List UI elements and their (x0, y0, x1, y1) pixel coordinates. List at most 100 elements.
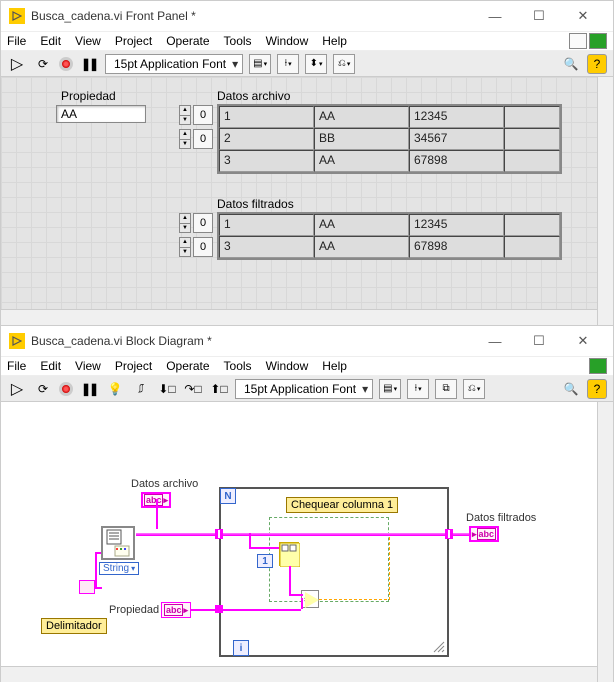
cell[interactable]: AA (314, 106, 409, 128)
cell[interactable]: 3 (219, 150, 314, 172)
vertical-scrollbar[interactable] (597, 77, 613, 325)
menu-project-bd[interactable]: Project (115, 359, 152, 373)
maximize-button-bd[interactable]: ☐ (517, 326, 561, 356)
cell[interactable]: 12345 (409, 106, 504, 128)
tunnel-out[interactable] (445, 529, 453, 539)
propiedad-input[interactable] (56, 105, 146, 123)
cell[interactable]: 1 (219, 106, 314, 128)
run-continuous-button-bd[interactable]: ⟳ (33, 379, 53, 399)
pause-button-bd[interactable]: ❚❚ (79, 379, 99, 399)
menu-tools[interactable]: Tools (224, 34, 252, 48)
minimize-button[interactable]: — (473, 1, 517, 31)
equal-node[interactable]: = (301, 590, 319, 608)
maximize-button[interactable]: ☐ (517, 1, 561, 31)
close-button[interactable]: ✕ (561, 1, 605, 31)
cell[interactable]: AA (314, 150, 409, 172)
cell[interactable] (504, 106, 560, 128)
cell[interactable]: 12345 (409, 214, 504, 236)
datos-archivo-table[interactable]: 1AA12345 2BB34567 3AA67898 (217, 104, 562, 174)
resize-button[interactable]: ⬍▾ (305, 54, 327, 74)
vertical-scrollbar-bd[interactable] (597, 402, 613, 682)
horizontal-scrollbar[interactable] (1, 309, 597, 325)
cell[interactable] (504, 214, 560, 236)
menu-tools-bd[interactable]: Tools (224, 359, 252, 373)
cell[interactable]: 3 (219, 236, 314, 258)
abort-button-bd[interactable] (59, 382, 73, 396)
menu-project[interactable]: Project (115, 34, 152, 48)
menu-operate-bd[interactable]: Operate (166, 359, 209, 373)
font-select[interactable]: 15pt Application Font ▾ (105, 54, 243, 74)
cell[interactable]: AA (314, 214, 409, 236)
help-button-bd[interactable]: ? (587, 379, 607, 399)
menu-file-bd[interactable]: File (7, 359, 26, 373)
menu-window[interactable]: Window (266, 34, 309, 48)
run-button[interactable]: ▷ (7, 54, 27, 74)
menu-file[interactable]: File (7, 34, 26, 48)
connector-icon[interactable] (569, 33, 587, 49)
retain-wire-button[interactable]: ⎎ (131, 379, 151, 399)
block-diagram-canvas: N i Chequear columna 1 Datos archivo abc… (1, 402, 613, 682)
cell[interactable] (504, 236, 560, 258)
reorder-button[interactable]: ⎌▾ (333, 54, 355, 74)
col-index-2[interactable]: ▲▼0 (179, 237, 213, 257)
spreadsheet-string-selector[interactable]: String (99, 562, 139, 575)
align-button-bd[interactable]: ▤▾ (379, 379, 401, 399)
cell[interactable]: 1 (219, 214, 314, 236)
menu-view-bd[interactable]: View (75, 359, 101, 373)
search-button-bd[interactable]: 🔍 (561, 379, 581, 399)
align-button[interactable]: ▤▾ (249, 54, 271, 74)
datos-filtrados-terminal[interactable]: ▸abc (469, 526, 499, 542)
cell[interactable]: 34567 (409, 128, 504, 150)
constant-1[interactable]: 1 (257, 554, 273, 568)
close-button-bd[interactable]: ✕ (561, 326, 605, 356)
highlight-bulb-button[interactable]: 💡 (105, 379, 125, 399)
step-over-button[interactable]: ↷□ (183, 379, 203, 399)
resize-handle-icon[interactable] (433, 641, 445, 653)
reorder-button-bd[interactable]: ⎌▾ (463, 379, 485, 399)
for-loop-N-terminal[interactable]: N (220, 488, 236, 504)
cell[interactable]: 67898 (409, 150, 504, 172)
menu-window-bd[interactable]: Window (266, 359, 309, 373)
pause-button[interactable]: ❚❚ (79, 54, 99, 74)
font-select-bd[interactable]: 15pt Application Font ▾ (235, 379, 373, 399)
cell[interactable]: 2 (219, 128, 314, 150)
cell[interactable]: AA (314, 236, 409, 258)
font-label-bd: 15pt Application Font (244, 382, 356, 396)
propiedad-terminal[interactable]: abc▸ (161, 602, 191, 618)
col-index-1[interactable]: ▲▼0 (179, 129, 213, 149)
index-array-node[interactable] (279, 542, 299, 566)
minimize-button-bd[interactable]: — (473, 326, 517, 356)
row-index-1[interactable]: ▲▼0 (179, 105, 213, 125)
for-loop-i-terminal[interactable]: i (233, 640, 249, 656)
horizontal-scrollbar-bd[interactable] (1, 666, 597, 682)
distribute-button-bd[interactable]: ⍿▾ (407, 379, 429, 399)
cell[interactable]: BB (314, 128, 409, 150)
vi-icon[interactable] (589, 33, 607, 49)
vi-icon-bd[interactable] (589, 358, 607, 374)
menu-view[interactable]: View (75, 34, 101, 48)
menu-edit[interactable]: Edit (40, 34, 61, 48)
delimitador-constant[interactable] (79, 580, 95, 594)
read-spreadsheet-subvi[interactable] (101, 526, 135, 560)
menu-help-bd[interactable]: Help (322, 359, 347, 373)
step-out-button[interactable]: ⬆□ (209, 379, 229, 399)
datos-archivo-bd-label: Datos archivo (131, 478, 198, 490)
tunnel-in[interactable] (215, 529, 223, 539)
menu-edit-bd[interactable]: Edit (40, 359, 61, 373)
distribute-button[interactable]: ⍿▾ (277, 54, 299, 74)
step-into-button[interactable]: ⬇□ (157, 379, 177, 399)
cell[interactable] (504, 150, 560, 172)
abort-button[interactable] (59, 57, 73, 71)
row-index-2[interactable]: ▲▼0 (179, 213, 213, 233)
tunnel-prop[interactable] (215, 605, 223, 613)
run-button-bd[interactable]: ▷ (7, 379, 27, 399)
cell[interactable] (504, 128, 560, 150)
datos-filtrados-table[interactable]: 1AA12345 3AA67898 (217, 212, 562, 260)
menu-operate[interactable]: Operate (166, 34, 209, 48)
help-button[interactable]: ? (587, 54, 607, 74)
menu-help[interactable]: Help (322, 34, 347, 48)
cell[interactable]: 67898 (409, 236, 504, 258)
search-button[interactable]: 🔍 (561, 54, 581, 74)
run-continuous-button[interactable]: ⟳ (33, 54, 53, 74)
cleanup-button-bd[interactable]: ⧉ (435, 379, 457, 399)
